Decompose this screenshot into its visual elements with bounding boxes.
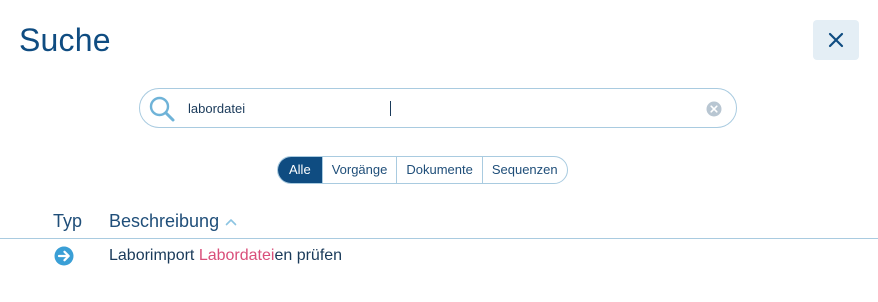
column-header-type: Typ	[53, 211, 83, 231]
close-button[interactable]	[813, 20, 859, 60]
search-box[interactable]	[139, 88, 737, 128]
search-input[interactable]	[188, 98, 688, 118]
filter-tab-dokumente[interactable]: Dokumente	[396, 157, 481, 183]
clear-circle-icon[interactable]	[706, 101, 722, 117]
filter-tabs: Alle Vorgänge Dokumente Sequenzen	[277, 156, 568, 184]
table-header: Typ Beschreibung	[0, 210, 878, 239]
filter-tab-sequenzen[interactable]: Sequenzen	[481, 157, 567, 183]
row-description-prefix: Laborimport	[109, 247, 199, 264]
page-title: Suche	[19, 22, 111, 58]
text-caret	[390, 101, 391, 116]
arrow-right-circle-icon	[54, 246, 74, 266]
search-icon	[149, 96, 175, 122]
close-icon	[828, 32, 844, 48]
filter-tab-vorgaenge[interactable]: Vorgänge	[321, 157, 397, 183]
row-description-suffix: en prüfen	[274, 247, 343, 264]
filter-tab-alle[interactable]: Alle	[278, 157, 322, 183]
column-header-description[interactable]: Beschreibung	[109, 211, 237, 232]
table-row[interactable]: Laborimport Labordateien prüfen	[0, 244, 878, 270]
row-description: Laborimport Labordateien prüfen	[109, 247, 342, 265]
column-header-description-label: Beschreibung	[109, 211, 220, 231]
row-description-match: Labordatei	[198, 247, 275, 264]
chevron-up-icon	[225, 218, 237, 225]
